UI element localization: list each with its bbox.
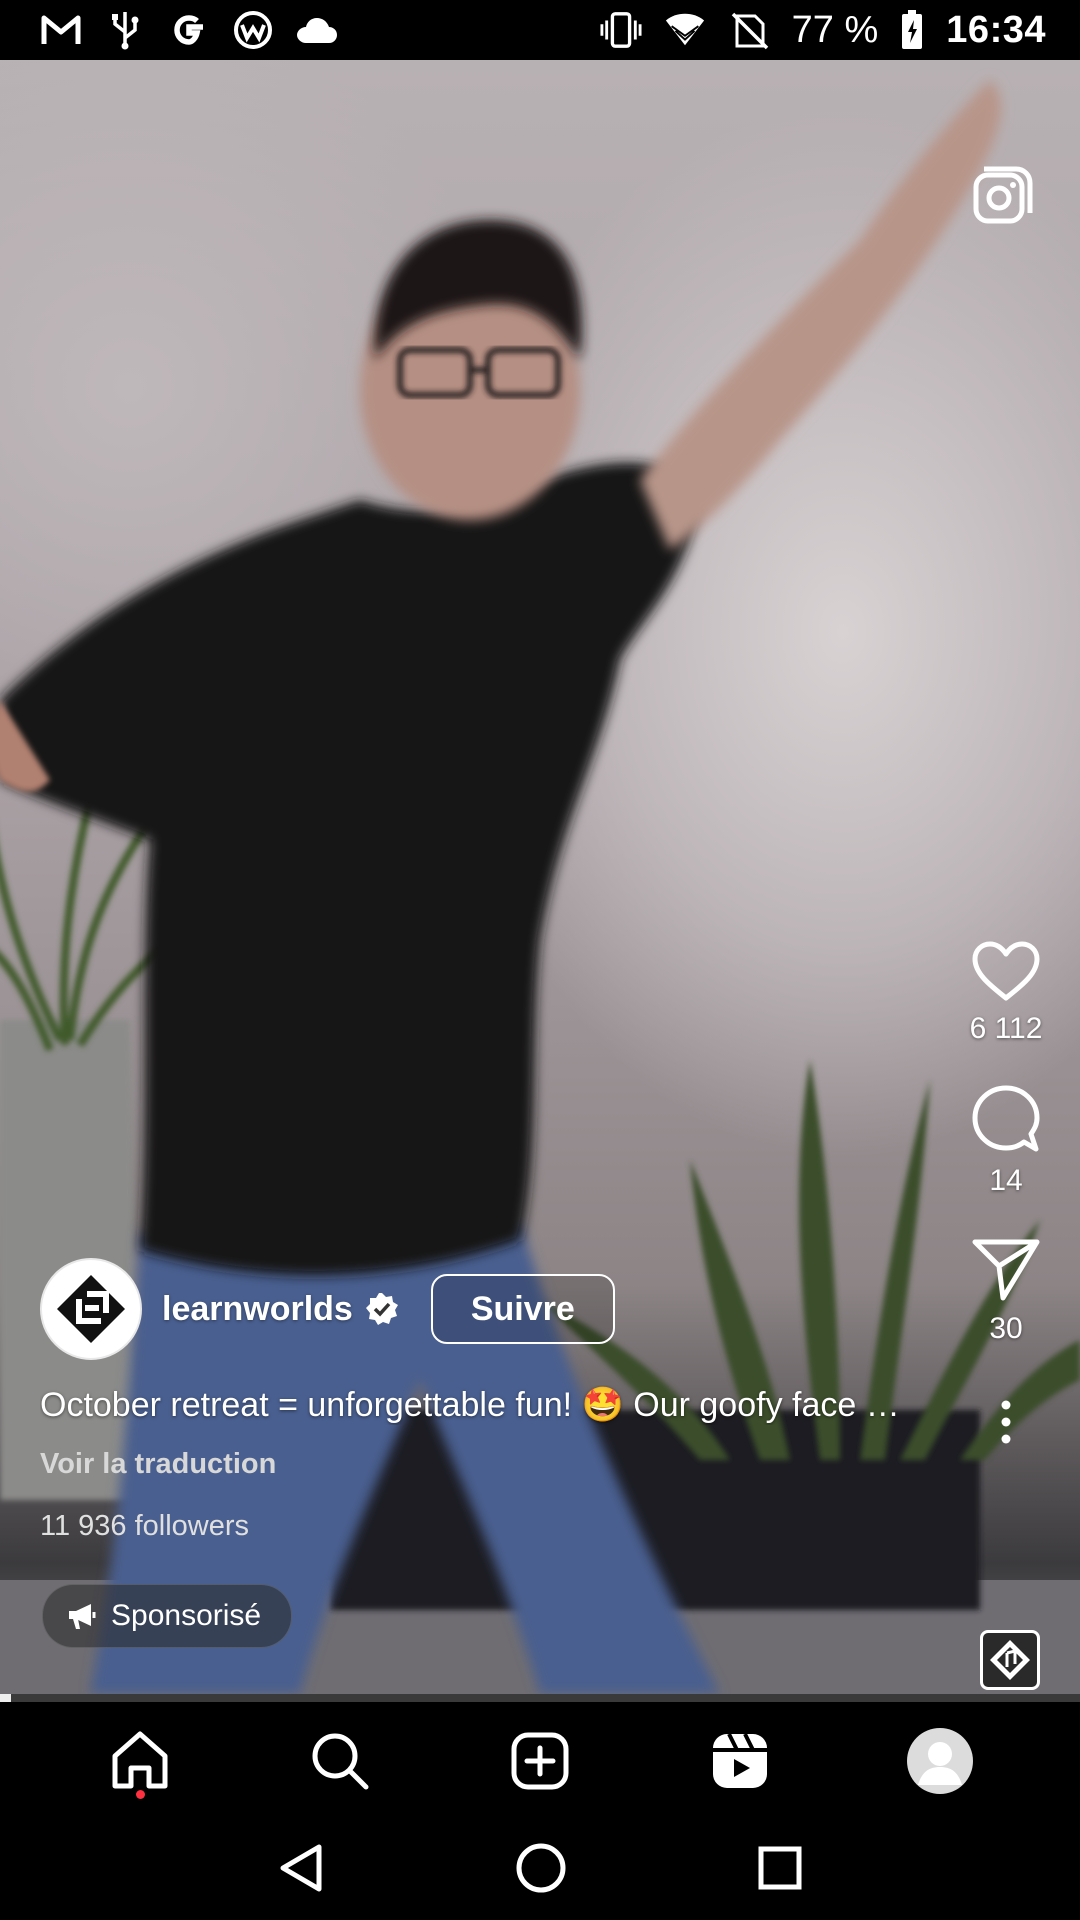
camera-icon[interactable] bbox=[970, 165, 1034, 229]
search-icon bbox=[312, 1733, 369, 1790]
video-progress-fill bbox=[0, 1694, 11, 1702]
comment-icon[interactable] bbox=[971, 1084, 1041, 1154]
like-count: 6 112 bbox=[969, 1012, 1043, 1045]
home-notification-dot bbox=[136, 1790, 145, 1799]
follow-button[interactable]: Suivre bbox=[430, 1274, 615, 1344]
reel-owner: learnworlds Suivre bbox=[40, 1258, 615, 1360]
status-bar-left bbox=[40, 9, 338, 51]
nav-home[interactable] bbox=[100, 1721, 180, 1801]
sponsored-badge[interactable]: Sponsorisé bbox=[42, 1584, 293, 1648]
comment-count: 14 bbox=[989, 1164, 1023, 1197]
wifi-icon bbox=[664, 9, 706, 51]
gmail-icon bbox=[40, 9, 82, 51]
account-avatar[interactable] bbox=[40, 1258, 142, 1360]
comment-action[interactable]: 14 bbox=[971, 1084, 1041, 1198]
share-count: 30 bbox=[989, 1312, 1023, 1345]
usb-icon bbox=[104, 9, 146, 51]
vibrate-icon bbox=[600, 9, 642, 51]
cloud-icon bbox=[296, 9, 338, 51]
follower-count: 11 936 followers bbox=[40, 1510, 250, 1542]
verified-badge-icon bbox=[365, 1293, 398, 1325]
wm-icon bbox=[232, 9, 274, 51]
create-icon bbox=[511, 1732, 569, 1790]
learnworlds-logo-icon bbox=[57, 1275, 125, 1343]
nav-reels[interactable] bbox=[700, 1721, 780, 1801]
status-bar: 77 % 16:34 bbox=[0, 0, 1080, 60]
heart-icon[interactable] bbox=[971, 940, 1041, 1002]
account-username[interactable]: learnworlds bbox=[162, 1290, 353, 1329]
reel-caption[interactable]: October retreat = unforgettable fun! 🤩 O… bbox=[40, 1385, 960, 1425]
like-action[interactable]: 6 112 bbox=[969, 940, 1043, 1046]
send-icon[interactable] bbox=[971, 1236, 1041, 1302]
bottom-nav bbox=[0, 1702, 1080, 1820]
no-sim-icon bbox=[728, 9, 770, 51]
audio-logo-icon bbox=[990, 1640, 1030, 1680]
home-circle-icon[interactable] bbox=[515, 1842, 567, 1899]
audio-thumbnail[interactable] bbox=[980, 1630, 1040, 1690]
profile-icon bbox=[907, 1728, 973, 1794]
megaphone-icon bbox=[69, 1604, 96, 1629]
reel-actions: 6 112 14 30 bbox=[932, 940, 1080, 1444]
system-nav bbox=[0, 1820, 1080, 1920]
share-action[interactable]: 30 bbox=[971, 1236, 1041, 1346]
video-progress-bar[interactable] bbox=[0, 1694, 1080, 1702]
clock: 16:34 bbox=[946, 8, 1046, 51]
see-translation-link[interactable]: Voir la traduction bbox=[40, 1448, 276, 1481]
sponsored-label: Sponsorisé bbox=[111, 1599, 262, 1632]
battery-percent: 77 % bbox=[791, 8, 879, 51]
home-icon bbox=[112, 1731, 168, 1789]
battery-icon bbox=[900, 9, 924, 51]
nav-profile[interactable] bbox=[900, 1721, 980, 1801]
reel-video[interactable]: 6 112 14 30 learnworlds Suivre October r… bbox=[0, 60, 1080, 1694]
recents-icon[interactable] bbox=[757, 1845, 803, 1896]
back-icon[interactable] bbox=[277, 1843, 325, 1898]
nav-search[interactable] bbox=[300, 1721, 380, 1801]
reels-icon bbox=[713, 1733, 767, 1788]
more-options-icon[interactable] bbox=[996, 1400, 1016, 1444]
nav-create[interactable] bbox=[500, 1721, 580, 1801]
status-bar-right: 77 % 16:34 bbox=[600, 9, 1046, 52]
google-icon bbox=[168, 9, 210, 51]
